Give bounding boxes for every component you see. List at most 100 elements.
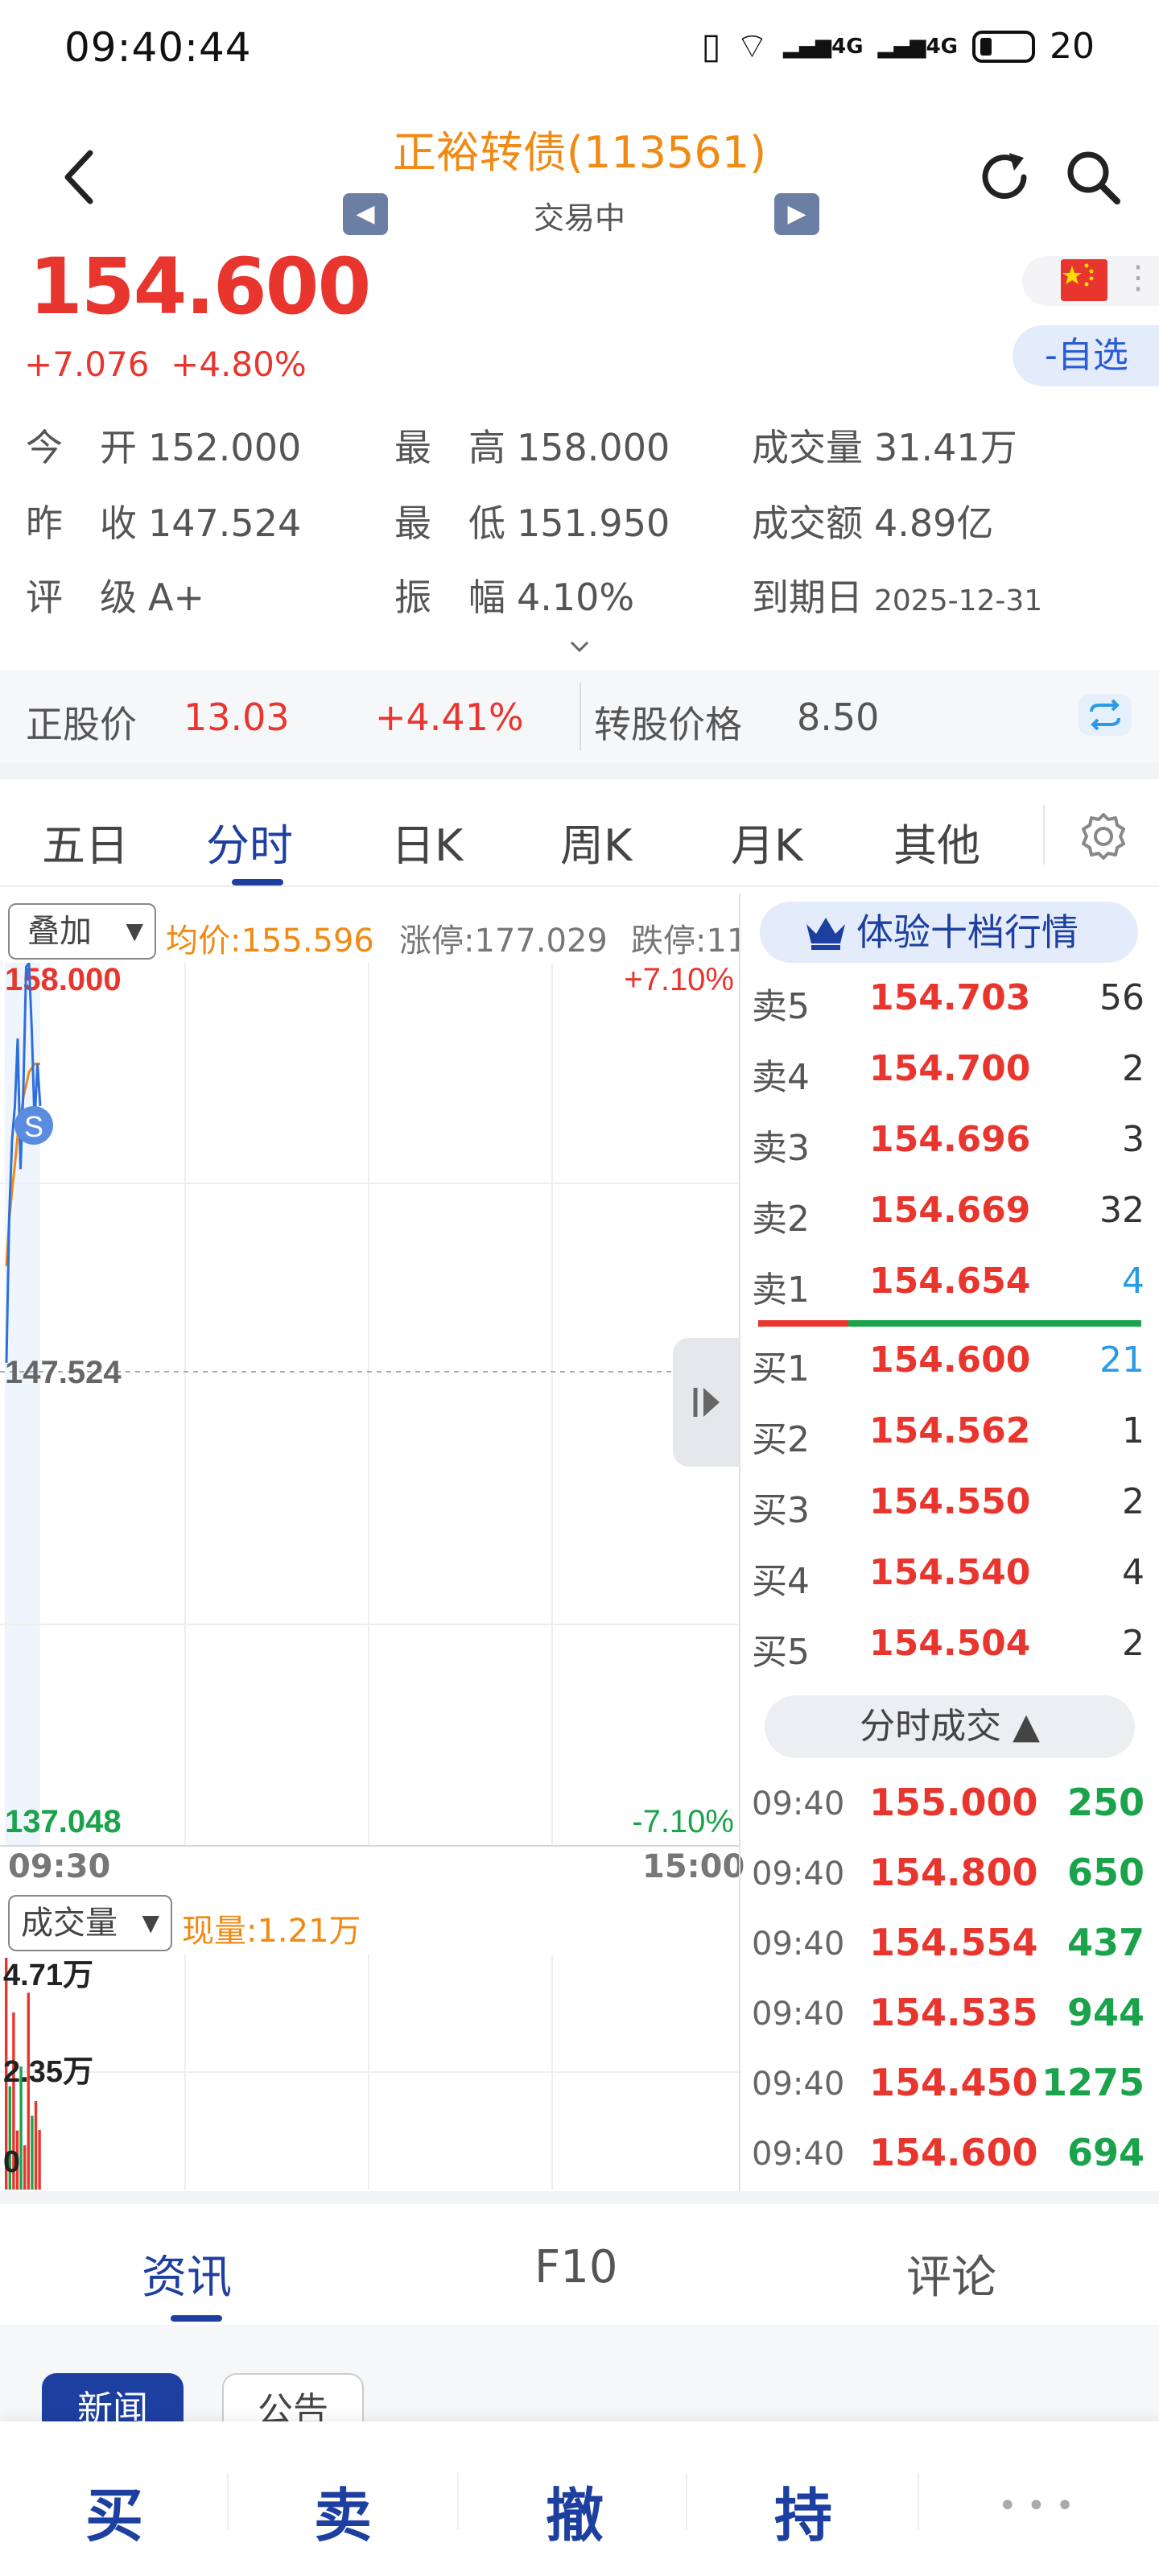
ask-bid-split <box>758 1320 848 1327</box>
trade-bar: 买 卖 撤 持 <box>0 2421 1159 2576</box>
ask-bid-split <box>848 1320 1141 1327</box>
bid-row[interactable]: 买3 154.550 2 <box>742 1467 1159 1539</box>
gear-icon[interactable] <box>1077 810 1130 863</box>
info-value: 147.524 <box>148 502 302 545</box>
tick-time: 09:40 <box>752 1785 845 1823</box>
book-price: 154.600 <box>869 1340 1031 1381</box>
info-label: 今 开 <box>26 426 137 469</box>
intraday-price-chart[interactable]: 158.000 +7.10% 147.524 137.048 -7.10% S <box>0 963 739 1845</box>
book-side-label: 卖5 <box>752 986 810 1027</box>
tab-five-day[interactable]: 五日 <box>42 810 129 873</box>
info-cell: 成交额 4.89亿 <box>752 494 993 547</box>
tick-volume: 944 <box>1066 1991 1145 2034</box>
book-price: 154.696 <box>869 1119 1031 1160</box>
search-icon[interactable] <box>1062 147 1124 208</box>
info-cell: 今 开 152.000 <box>26 419 301 472</box>
signal-icon-2: ▂▄▆4G <box>877 34 958 59</box>
conversion-price: 8.50 <box>797 696 880 739</box>
tab-intraday[interactable]: 分时 <box>206 810 293 873</box>
tick-row: 09:40 154.600 694 <box>742 2118 1159 2189</box>
tick-row: 09:40 154.450 1275 <box>742 2048 1159 2119</box>
book-volume: 1 <box>1122 1410 1145 1451</box>
holdings-button[interactable]: 持 <box>715 2468 892 2553</box>
swap-icon[interactable] <box>1079 694 1132 736</box>
ask-row[interactable]: 卖1 154.654 4 <box>742 1246 1159 1319</box>
info-label: 最 高 <box>394 426 505 469</box>
info-label: 评 级 <box>26 576 137 619</box>
china-flag-icon <box>1061 259 1107 301</box>
info-cell: 昨 收 147.524 <box>26 494 301 547</box>
book-volume: 21 <box>1099 1340 1145 1381</box>
tab-comments[interactable]: 评论 <box>906 2241 996 2306</box>
ask-row[interactable]: 卖2 154.669 32 <box>742 1175 1159 1248</box>
watchlist-button[interactable]: -自选 <box>1013 325 1159 386</box>
more-options-icon[interactable]: ⋮ <box>1122 259 1154 296</box>
tab-news-info[interactable]: 资讯 <box>142 2241 232 2306</box>
tick-time: 09:40 <box>752 2066 845 2103</box>
bid-row[interactable]: 买1 154.600 21 <box>742 1325 1159 1397</box>
ask-row[interactable]: 卖4 154.700 2 <box>742 1034 1159 1106</box>
tick-volume: 1275 <box>1041 2061 1145 2104</box>
current-volume: 现量:1.21万 <box>182 1913 361 1950</box>
tab-other[interactable]: 其他 <box>893 810 980 873</box>
tick-volume: 250 <box>1066 1781 1145 1824</box>
wifi-icon: ⌔ <box>735 26 769 67</box>
info-cell: 到期日 2025-12-31 <box>752 568 1042 621</box>
divider <box>580 683 581 750</box>
chevron-down-icon[interactable] <box>563 636 596 660</box>
vibrate-icon: ▯ <box>701 26 721 67</box>
tick-trades-label: 分时成交 <box>860 1706 1002 1747</box>
vol-min-label: 0 <box>3 2145 20 2179</box>
volume-bar <box>23 2145 27 2190</box>
time-axis <box>0 1845 739 1892</box>
signal-icon: ▂▄▆4G <box>783 34 864 59</box>
tab-f10[interactable]: F10 <box>534 2241 617 2293</box>
section-gap <box>0 2191 1159 2204</box>
volume-bar <box>38 2130 41 2190</box>
tick-row: 09:40 154.535 944 <box>742 1978 1159 2049</box>
price-change: +7.076 +4.80% <box>24 345 307 384</box>
sell-button[interactable]: 卖 <box>254 2468 431 2553</box>
status-time: 09:40:44 <box>64 24 252 71</box>
battery-icon <box>972 30 1035 63</box>
tab-weekly-k[interactable]: 周K <box>560 810 632 873</box>
tick-time: 09:40 <box>752 1856 845 1893</box>
y-min-label: 137.048 <box>5 1804 122 1839</box>
bid-row[interactable]: 买2 154.562 1 <box>742 1396 1159 1468</box>
info-cell: 最 低 151.950 <box>394 494 670 547</box>
info-label: 最 低 <box>394 502 505 545</box>
ask-row[interactable]: 卖3 154.696 3 <box>742 1104 1159 1177</box>
divider <box>227 2473 229 2529</box>
info-value: 4.10% <box>517 576 635 619</box>
bid-row[interactable]: 买4 154.540 4 <box>742 1538 1159 1610</box>
next-security-button[interactable]: ▶ <box>774 193 819 235</box>
buy-button[interactable]: 买 <box>26 2468 203 2553</box>
tick-trades-button[interactable]: 分时成交 ▲ <box>765 1695 1135 1758</box>
collapse-panel-button[interactable] <box>673 1338 740 1467</box>
tick-time: 09:40 <box>752 1996 845 2033</box>
change-percent: +4.80% <box>171 345 307 384</box>
tick-row: 09:40 155.000 250 <box>742 1768 1159 1839</box>
volume-indicator-select[interactable]: 成交量 ▼ <box>8 1895 172 1951</box>
more-icon[interactable]: ••• <box>998 2487 1084 2524</box>
tab-daily-k[interactable]: 日K <box>391 810 463 873</box>
book-volume: 4 <box>1122 1552 1145 1593</box>
tab-monthly-k[interactable]: 月K <box>731 810 802 873</box>
collapse-arrow-icon <box>693 1388 720 1417</box>
info-value: A+ <box>148 576 205 619</box>
battery-level: 20 <box>1050 26 1095 67</box>
tick-row: 09:40 154.554 437 <box>742 1908 1159 1979</box>
refresh-icon[interactable] <box>974 147 1035 208</box>
chart-tabs: 五日 分时 日K 周K 月K 其他 <box>0 779 1159 887</box>
limit-up-price: 涨停:177.029 <box>399 923 608 960</box>
divider <box>686 2473 687 2529</box>
section-gap <box>0 763 1159 779</box>
overlay-select[interactable]: 叠加 ▼ <box>8 903 156 960</box>
volume-chart[interactable]: 4.71万 2.35万 0 <box>0 1955 739 2190</box>
average-price: 均价:155.596 <box>166 923 374 960</box>
y-mid-label: 147.524 <box>5 1355 122 1390</box>
tick-volume: 437 <box>1066 1921 1145 1964</box>
ask-row[interactable]: 卖5 154.703 56 <box>742 963 1159 1035</box>
cancel-order-button[interactable]: 撤 <box>486 2468 663 2553</box>
bid-row[interactable]: 买5 154.504 2 <box>742 1608 1159 1681</box>
